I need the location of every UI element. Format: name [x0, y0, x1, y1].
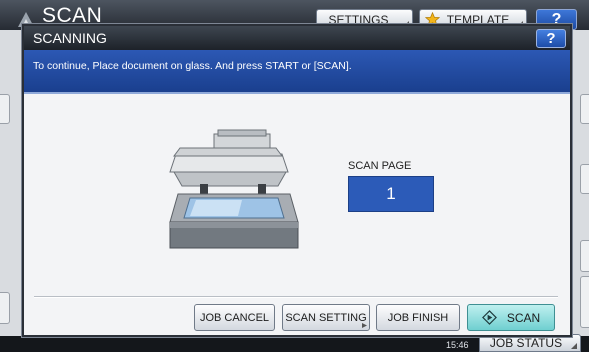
scanning-dialog: SCANNING ? To continue, Place document o… — [22, 24, 572, 337]
scan-page-number: 1 — [386, 184, 396, 203]
scan-button-label: SCAN — [506, 310, 541, 325]
scan-setting-label: SCAN SETTING — [285, 311, 367, 324]
scanner-illustration-icon — [169, 129, 299, 249]
job-finish-label: JOB FINISH — [387, 311, 449, 324]
instruction-message: To continue, Place document on glass. An… — [33, 60, 352, 72]
instruction-bar: To continue, Place document on glass. An… — [24, 50, 570, 94]
scan-page-label: SCAN PAGE — [348, 160, 412, 172]
dialog-title-bar: SCANNING ? — [24, 26, 570, 50]
left-edge-tab[interactable] — [0, 292, 10, 324]
job-status-label: JOB STATUS — [489, 336, 563, 350]
diamond-start-icon — [481, 310, 497, 325]
right-edge-tab[interactable] — [580, 240, 589, 272]
corner-arrow-icon — [571, 343, 577, 349]
scan-button[interactable]: SCAN — [467, 304, 555, 331]
job-finish-button[interactable]: JOB FINISH — [376, 304, 460, 331]
job-cancel-label: JOB CANCEL — [199, 311, 270, 324]
right-edge-tab[interactable] — [580, 94, 589, 124]
right-edge-tab[interactable] — [580, 164, 589, 194]
scan-page-count: 1 — [348, 176, 434, 212]
dialog-divider — [34, 296, 558, 297]
dialog-help-label: ? — [546, 30, 556, 47]
job-cancel-button[interactable]: JOB CANCEL — [194, 304, 275, 331]
scan-setting-button[interactable]: SCAN SETTING — [282, 304, 370, 331]
dialog-help-button[interactable]: ? — [536, 29, 566, 48]
right-edge-tab[interactable] — [580, 276, 589, 328]
submenu-arrow-icon — [362, 323, 367, 328]
clock-time: 15:46 — [446, 340, 469, 350]
left-edge-tab[interactable] — [0, 94, 10, 124]
dialog-title: SCANNING — [33, 30, 107, 46]
